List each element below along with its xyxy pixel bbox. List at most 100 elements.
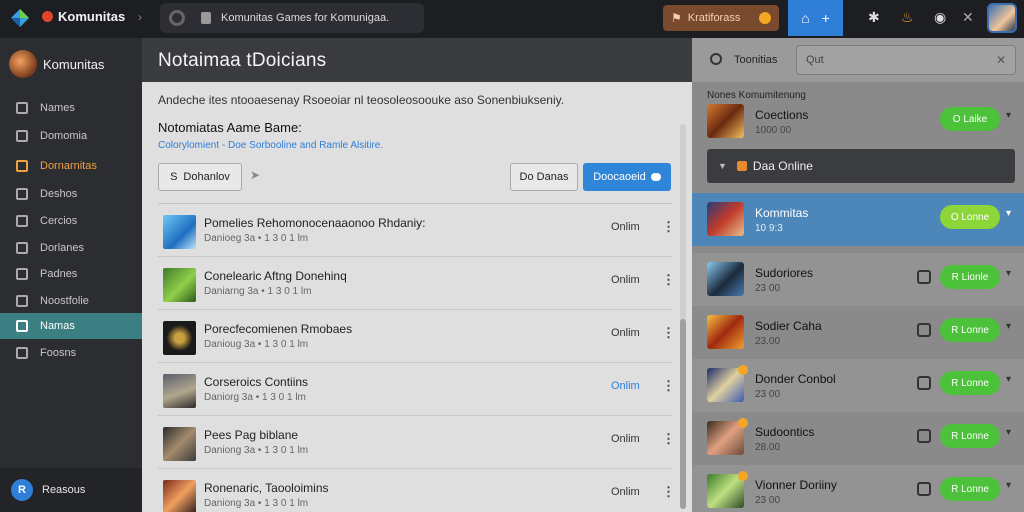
chat-icon[interactable] <box>917 270 931 284</box>
join-button[interactable]: R Lionle <box>940 265 1000 289</box>
sidebar-item-namas[interactable]: Namas <box>0 313 142 339</box>
more-icon[interactable]: ⋮ <box>662 272 675 288</box>
sidebar-item-names[interactable]: Names <box>0 95 142 121</box>
sidebar-item-label: Noostfolie <box>40 295 89 307</box>
sidebar-item-label: Cercios <box>40 215 78 227</box>
game-thumbnail <box>163 427 196 461</box>
more-icon[interactable]: ⋮ <box>662 219 675 235</box>
promo-button[interactable]: ⚑ Kratiforass <box>663 5 779 31</box>
names-button[interactable]: Do Danas <box>510 163 578 191</box>
logo-icon[interactable] <box>10 8 30 28</box>
chevron-down-icon[interactable]: ▾ <box>1006 110 1011 121</box>
join-button[interactable]: O Laike <box>940 107 1000 131</box>
sidebar-item-label: Dorlanes <box>40 242 85 254</box>
chevron-down-icon[interactable]: ▾ <box>1006 427 1011 438</box>
top-bar: Komunitas › Komunitas Games for Komuniga… <box>0 0 1024 38</box>
names-icon <box>16 102 28 114</box>
more-icon[interactable]: ⋮ <box>662 325 675 341</box>
sidebar-title: Komunitas <box>43 56 105 72</box>
filter-label: Dohanlov <box>183 171 230 183</box>
list-item[interactable]: Pomelies Rehomonocenaaonoo Rhdaniy: Dani… <box>158 204 675 257</box>
game-status: Onlim <box>611 486 640 498</box>
bug-icon[interactable]: ✱ <box>868 9 880 26</box>
join-button[interactable]: R Lonne <box>940 318 1000 342</box>
chat-icon[interactable] <box>917 376 931 390</box>
arrow-icon[interactable]: ➤ <box>250 168 260 182</box>
list-item[interactable]: Pees Pag biblane Daniong 3a • 1 3 0 1 lm… <box>158 416 675 469</box>
friend-row[interactable]: Kommitas 10 9:3 O Lonne ▾ <box>692 193 1024 246</box>
list-item[interactable]: Corseroics Contiins Daniorg 3a • 1 3 0 1… <box>158 363 675 416</box>
download-button[interactable]: Doocaoeid <box>583 163 671 191</box>
game-title: Pees Pag biblane <box>204 428 299 442</box>
section-link[interactable]: Colorylomient - Doe Sorbooline and Ramle… <box>158 140 383 151</box>
sidebar-item-dornarnitas[interactable]: Dornarnitas <box>0 153 142 179</box>
chevron-down-icon[interactable]: ▾ <box>1006 374 1011 385</box>
friend-row[interactable]: Vionner Doriiny 23 00 R Lonne ▾ <box>692 465 1024 512</box>
friend-row[interactable]: Sudoriores 23 00 R Lionle ▾ <box>692 253 1024 306</box>
online-group-header[interactable]: ▼ Daa Online <box>707 149 1015 183</box>
list-item[interactable]: Conelearic Aftng Donehinq Daniarng 3a • … <box>158 257 675 310</box>
game-status: Onlim <box>611 433 640 445</box>
friend-row[interactable]: Sudoontics 28.00 R Lonne ▾ <box>692 412 1024 465</box>
friend-name: Vionner Doriiny <box>755 478 837 492</box>
record-icon[interactable]: ◉ <box>934 9 946 26</box>
sidebar-item-noostfolie[interactable]: Noostfolie <box>0 288 142 314</box>
list-item[interactable]: Porecfecomienen Rmobaes Danioug 3a • 1 3… <box>158 310 675 363</box>
notification-button[interactable]: ⌂ + <box>788 0 843 36</box>
game-status: Onlim <box>611 274 640 286</box>
flame-icon[interactable]: ♨ <box>901 9 914 26</box>
scrollbar-thumb[interactable] <box>680 319 686 509</box>
more-icon[interactable]: ⋮ <box>662 431 675 447</box>
sidebar-item-padnes[interactable]: Padnes <box>0 261 142 287</box>
friend-status: 23 00 <box>755 495 781 506</box>
chevron-down-icon[interactable]: ▾ <box>1006 480 1011 491</box>
friend-row[interactable]: Donder Conbol 23 00 R Lonne ▾ <box>692 359 1024 412</box>
address-bar[interactable]: Komunitas Games for Komunigaa. <box>160 3 424 33</box>
join-button[interactable]: O Lonne <box>940 205 1000 229</box>
join-button[interactable]: R Lonne <box>940 477 1000 501</box>
sidebar-item-dorlanes[interactable]: Dorlanes <box>0 235 142 261</box>
search-icon[interactable] <box>710 53 722 65</box>
chevron-down-icon: ▼ <box>718 161 727 171</box>
chevron-down-icon[interactable]: ▾ <box>1006 268 1011 279</box>
section-subtitle: Notomiatas Aame Bame: <box>158 120 302 135</box>
scrollbar[interactable] <box>680 124 686 509</box>
profile-avatar[interactable] <box>987 3 1017 33</box>
filter-button[interactable]: S Dohanlov <box>158 163 242 191</box>
chat-icon[interactable] <box>917 429 931 443</box>
sidebar-footer[interactable]: R Reasous <box>0 468 142 512</box>
resources-icon: R <box>11 479 33 501</box>
chat-icon[interactable] <box>917 482 931 496</box>
friend-status: 10 9:3 <box>755 223 783 234</box>
friend-row[interactable]: Sodier Caha 23.00 R Lonne ▾ <box>692 306 1024 359</box>
sidebar-item-cercios[interactable]: Cercios <box>0 208 142 234</box>
chat-icon[interactable] <box>917 323 931 337</box>
friend-status: 28.00 <box>755 442 781 453</box>
search-input[interactable]: Qut ✕ <box>796 45 1016 75</box>
sidebar-item-deshos[interactable]: Deshos <box>0 181 142 207</box>
sidebar-item-foosns[interactable]: Foosns <box>0 340 142 366</box>
clear-icon[interactable]: ✕ <box>996 46 1006 74</box>
brand-name: Komunitas <box>58 9 126 24</box>
more-icon[interactable]: ⋮ <box>662 484 675 500</box>
sidebar-item-label: Padnes <box>40 268 78 280</box>
chevron-right-icon[interactable]: › <box>138 10 142 24</box>
close-icon[interactable]: ✕ <box>962 9 974 26</box>
friends-panel: Toonitias Qut ✕ Nones Komumitenung Coect… <box>692 38 1024 512</box>
online-icon <box>736 161 747 171</box>
chevron-down-icon[interactable]: ▾ <box>1006 208 1011 219</box>
chevron-down-icon[interactable]: ▾ <box>1006 321 1011 332</box>
list-item[interactable]: Ronenaric, Taooloimins Daniong 3a • 1 3 … <box>158 469 675 512</box>
notification-icon: ⌂ <box>801 10 810 26</box>
community-icon <box>16 160 28 172</box>
names-alt-icon <box>16 320 28 332</box>
join-button[interactable]: R Lonne <box>940 371 1000 395</box>
sidebar-item-label: Dornarnitas <box>40 160 97 172</box>
sidebar-item-domomia[interactable]: Domomia <box>0 123 142 149</box>
join-button[interactable]: R Lonne <box>940 424 1000 448</box>
more-icon[interactable]: ⋮ <box>662 378 675 394</box>
brand[interactable]: Komunitas <box>42 9 125 24</box>
friend-row[interactable]: Coections 1000 00 O Laike ▾ <box>692 95 1024 148</box>
sidebar-header[interactable]: Komunitas <box>0 48 142 80</box>
refresh-icon[interactable] <box>169 10 185 26</box>
